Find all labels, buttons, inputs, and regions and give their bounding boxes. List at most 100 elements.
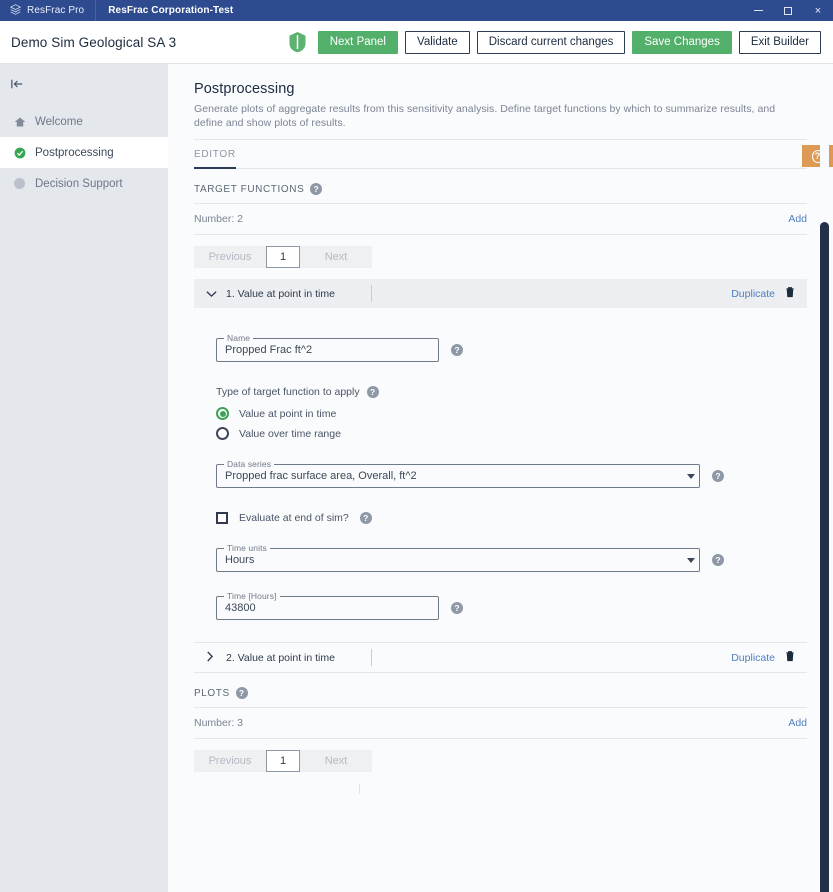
circle-icon — [13, 178, 26, 189]
target-functions-count-row: Number: 2 Add — [194, 204, 807, 234]
save-changes-button[interactable]: Save Changes — [632, 31, 731, 54]
radio-value-over-time-range[interactable]: Value over time range — [216, 427, 807, 440]
window-controls: × — [743, 0, 833, 21]
divider — [194, 738, 807, 739]
radio-value-at-point-in-time[interactable]: Value at point in time — [216, 407, 807, 420]
sidebar-item-postprocessing[interactable]: Postprocessing — [0, 137, 168, 168]
sidebar-item-label: Welcome — [35, 116, 83, 128]
plots-section-label: PLOTS ? — [194, 673, 807, 707]
pager-previous-button[interactable]: Previous — [194, 750, 266, 772]
evaluate-at-end-checkbox[interactable] — [216, 512, 228, 524]
time-units-field-row: Time units Hours ? — [216, 548, 807, 572]
project-title: Demo Sim Geological SA 3 — [11, 35, 176, 50]
stack-icon — [10, 4, 21, 18]
target-function-2-actions: Duplicate — [731, 649, 795, 667]
app-body: Welcome Postprocessing Decision Support … — [0, 64, 833, 892]
header-toolbar: Next Panel Validate Discard current chan… — [288, 31, 821, 54]
chevron-right-icon — [206, 651, 226, 665]
next-panel-button[interactable]: Next Panel — [318, 31, 398, 54]
minimize-icon — [754, 10, 763, 11]
duplicate-link[interactable]: Duplicate — [731, 288, 775, 300]
chevron-down-icon — [687, 474, 695, 479]
help-icon[interactable]: ? — [712, 470, 724, 482]
name-field-value: Propped Frac ft^2 — [225, 344, 312, 356]
close-icon: × — [815, 5, 821, 17]
help-icon[interactable]: ? — [310, 183, 322, 195]
help-icon[interactable]: ? — [236, 687, 248, 699]
validate-button[interactable]: Validate — [405, 31, 470, 54]
sidebar-item-decision-support[interactable]: Decision Support — [0, 168, 168, 199]
pager-page-number[interactable]: 1 — [266, 246, 300, 268]
data-series-select[interactable]: Data series Propped frac surface area, O… — [216, 464, 700, 488]
time-units-select[interactable]: Time units Hours — [216, 548, 700, 572]
pager-next-button[interactable]: Next — [300, 750, 372, 772]
trash-icon[interactable] — [785, 649, 795, 667]
content-inner: Postprocessing Generate plots of aggrega… — [168, 64, 833, 794]
help-icon[interactable]: ? — [367, 386, 379, 398]
duplicate-link[interactable]: Duplicate — [731, 652, 775, 664]
name-input[interactable]: Name Propped Frac ft^2 — [216, 338, 439, 362]
header-divider — [194, 139, 807, 140]
content-scrollbar-thumb[interactable] — [820, 222, 829, 892]
time-units-label: Time units — [224, 543, 270, 553]
pager-next-button[interactable]: Next — [300, 246, 372, 268]
evaluate-at-end-of-sim-row[interactable]: Evaluate at end of sim? ? — [216, 512, 807, 524]
radio-label: Value over time range — [239, 428, 341, 440]
add-plot-link[interactable]: Add — [788, 717, 807, 729]
tab-editor[interactable]: EDITOR — [194, 149, 236, 169]
sidebar-item-welcome[interactable]: Welcome — [0, 106, 168, 137]
target-function-1-body: Name Propped Frac ft^2 ? Type of target … — [194, 308, 807, 642]
tab-bar: EDITOR — [194, 149, 807, 169]
divider — [194, 234, 807, 235]
target-function-2-header[interactable]: 2. Value at point in time Duplicate — [194, 643, 807, 672]
data-series-value: Propped frac surface area, Overall, ft^2 — [225, 470, 417, 482]
vertical-divider — [371, 649, 372, 666]
app-header: Demo Sim Geological SA 3 Next Panel Vali… — [0, 21, 833, 64]
close-button[interactable]: × — [803, 0, 833, 21]
maximize-button[interactable] — [773, 0, 803, 21]
target-function-2-title: 2. Value at point in time — [226, 652, 371, 664]
pager-previous-button[interactable]: Previous — [194, 246, 266, 268]
window-titlebar: ResFrac Pro ResFrac Corporation-Test × — [0, 0, 833, 21]
check-circle-icon — [13, 147, 26, 159]
target-function-1-actions: Duplicate — [731, 285, 795, 303]
radio-unselected-icon[interactable] — [216, 427, 229, 440]
target-function-1-header[interactable]: 1. Value at point in time Duplicate — [194, 279, 807, 308]
add-target-function-link[interactable]: Add — [788, 213, 807, 225]
main-content: ? Postprocessing Generate plots of aggre… — [168, 64, 833, 892]
app-identity: ResFrac Pro — [0, 0, 96, 21]
name-field-row: Name Propped Frac ft^2 ? — [216, 338, 807, 362]
sidebar-item-label: Decision Support — [35, 178, 123, 190]
time-units-value: Hours — [225, 554, 254, 566]
pager-page-number[interactable]: 1 — [266, 750, 300, 772]
exit-builder-button[interactable]: Exit Builder — [739, 31, 821, 54]
sidebar-item-label: Postprocessing — [35, 147, 114, 159]
plots-count-row: Number: 3 Add — [194, 708, 807, 738]
data-series-field-row: Data series Propped frac surface area, O… — [216, 464, 807, 488]
help-icon[interactable]: ? — [451, 602, 463, 614]
resize-handle — [359, 784, 360, 794]
discard-changes-button[interactable]: Discard current changes — [477, 31, 626, 54]
time-value-input[interactable]: Time [Hours] 43800 — [216, 596, 439, 620]
section-title-text: PLOTS — [194, 688, 230, 699]
sidebar-collapse-button[interactable] — [0, 64, 168, 106]
data-series-label: Data series — [224, 459, 274, 469]
help-icon[interactable]: ? — [360, 512, 372, 524]
plots-count: Number: 3 — [194, 717, 243, 729]
type-group-label-row: Type of target function to apply ? — [216, 386, 807, 398]
resfrac-shield-logo-icon — [288, 31, 307, 53]
chevron-down-icon — [687, 558, 695, 563]
type-group-label: Type of target function to apply — [216, 386, 360, 398]
help-icon[interactable]: ? — [712, 554, 724, 566]
collapse-panel-icon — [10, 78, 24, 93]
app-name: ResFrac Pro — [27, 5, 84, 16]
vertical-divider — [371, 285, 372, 302]
minimize-button[interactable] — [743, 0, 773, 21]
target-functions-pager: Previous 1 Next — [194, 246, 807, 268]
radio-selected-icon[interactable] — [216, 407, 229, 420]
section-title-text: TARGET FUNCTIONS — [194, 184, 304, 195]
home-icon — [13, 116, 26, 128]
evaluate-at-end-label: Evaluate at end of sim? — [239, 512, 349, 524]
help-icon[interactable]: ? — [451, 344, 463, 356]
trash-icon[interactable] — [785, 285, 795, 303]
